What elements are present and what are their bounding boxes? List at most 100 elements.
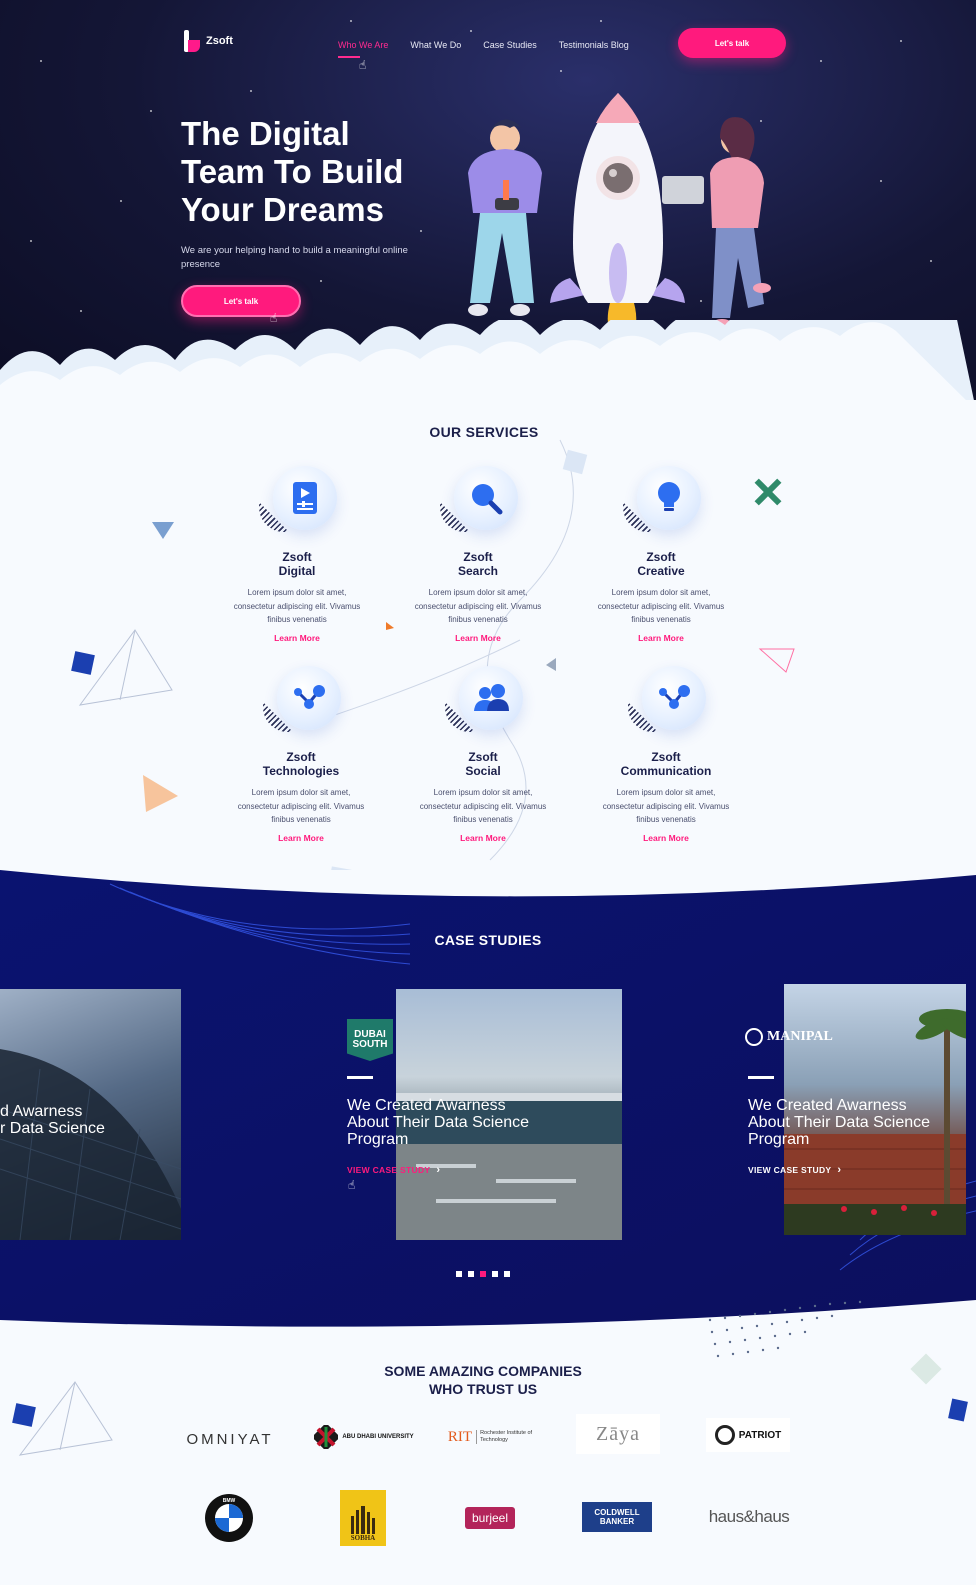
logo-text: MANIPAL	[767, 1029, 833, 1044]
logo-text: SOBHA	[350, 1534, 376, 1542]
logo-text: BANKER	[599, 1517, 635, 1526]
lightbulb-icon	[658, 482, 680, 511]
service-card-creative: Zsoft Creative Lorem ipsum dolor sit ame…	[596, 466, 726, 643]
cloud-divider	[0, 320, 974, 400]
service-name: Zsoft Creative	[637, 550, 685, 578]
logo-text: Zāya	[596, 1422, 640, 1445]
abu-dhabi-university-logo: ABU DHABI UNIVERSITY	[312, 1422, 416, 1452]
rocket-illustration	[550, 93, 685, 348]
nav-what-we-do[interactable]: What We Do	[410, 40, 461, 50]
hero-title-line: The Digital	[181, 115, 350, 152]
users-icon	[474, 684, 509, 711]
logo-text: PATRIOT	[738, 1429, 782, 1441]
learn-more-link[interactable]: Learn More	[232, 633, 362, 643]
case-title: We Created Awarness About Their Data Sci…	[347, 1097, 530, 1148]
service-name: Zsoft Communication	[620, 750, 712, 778]
service-description: Lorem ipsum dolor sit amet, consectetur …	[414, 588, 542, 624]
network-nodes-icon	[294, 685, 325, 709]
case-title: d Awarness r Data Science	[0, 1103, 105, 1137]
logo-text: OMNIYAT	[186, 1430, 274, 1448]
service-description: Lorem ipsum dolor sit amet, consectetur …	[233, 588, 361, 624]
hero-illustration	[468, 93, 771, 348]
logo-text: RIT	[447, 1428, 473, 1445]
hand-cursor-icon: ☝	[359, 58, 367, 72]
network-nodes-icon	[659, 685, 690, 709]
service-card-digital: Zsoft Digital Lorem ipsum dolor sit amet…	[232, 466, 362, 643]
patriot-emblem-icon	[714, 1425, 735, 1445]
patriot-logo: PATRIOT	[706, 1418, 790, 1452]
case-text-manipal: We Created Awarness About Their Data Sci…	[748, 1076, 968, 1178]
page: Zsoft Who We Are What We Do Case Studies…	[0, 0, 976, 1585]
bmw-logo: BMW	[205, 1494, 253, 1542]
service-card-search: Zsoft Search Lorem ipsum dolor sit amet,…	[413, 466, 543, 643]
seal-icon	[745, 1028, 763, 1046]
service-card-communication: Zsoft Communication Lorem ipsum dolor si…	[601, 666, 731, 843]
service-description: Lorem ipsum dolor sit amet, consectetur …	[597, 588, 725, 624]
service-name: Zsoft Social	[465, 750, 501, 778]
hero-title-line: Team To Build	[181, 153, 404, 190]
logo-text: BMW	[222, 1498, 236, 1504]
learn-more-link[interactable]: Learn More	[413, 633, 543, 643]
pagination-dot[interactable]	[492, 1271, 498, 1277]
logo-text: burjeel	[465, 1507, 515, 1529]
brand-name: Zsoft	[206, 35, 233, 47]
omniyat-logo: OMNIYAT	[180, 1426, 280, 1452]
companies-title: SOME AMAZING COMPANIES WHO TRUST US	[384, 1363, 582, 1397]
bmw-roundel-icon	[215, 1504, 243, 1532]
case-text-dubai-south: We Created Awarness About Their Data Sci…	[347, 1076, 577, 1178]
view-case-study-link[interactable]: VIEW CASE STUDY ›	[748, 1164, 841, 1176]
case-studies-title: CASE STUDIES	[434, 932, 542, 948]
accent-bar	[347, 1076, 373, 1079]
hero-section: Zsoft Who We Are What We Do Case Studies…	[0, 0, 976, 400]
logo-text: ABU DHABI UNIVERSITY	[342, 1434, 414, 1440]
service-description: Lorem ipsum dolor sit amet, consectetur …	[419, 788, 547, 824]
dubai-south-logo: DUBAI SOUTH	[347, 1019, 393, 1061]
nav-testimonials-blog[interactable]: Testimonials Blog	[559, 40, 629, 50]
rit-logo: RIT Rochester Institute of Technology	[440, 1424, 540, 1450]
learn-more-link[interactable]: Learn More	[596, 633, 726, 643]
nav-who-we-are[interactable]: Who We Are	[338, 40, 388, 58]
magnifier-icon	[472, 484, 503, 515]
hand-cursor-icon: ☝	[348, 1178, 356, 1192]
man-illustration	[468, 119, 542, 316]
service-name: Zsoft Digital	[278, 550, 316, 578]
lets-talk-hero-button[interactable]: Let's talk	[181, 285, 301, 317]
accent-bar	[748, 1076, 774, 1079]
haus-and-haus-logo: haus&haus	[706, 1504, 792, 1530]
brand-mark-icon	[184, 30, 200, 52]
link-label: VIEW CASE STUDY	[347, 1165, 431, 1175]
hero-title-line: Your Dreams	[181, 191, 384, 228]
hero-subtitle: We are your helping hand to build a mean…	[181, 245, 408, 270]
pagination-dot[interactable]	[504, 1271, 510, 1277]
pagination-dot[interactable]	[456, 1271, 462, 1277]
service-description: Lorem ipsum dolor sit amet, consectetur …	[237, 788, 365, 824]
lets-talk-nav-button[interactable]: Let's talk	[678, 28, 786, 58]
zaya-logo: Zāya	[576, 1414, 660, 1454]
mobile-video-icon	[293, 482, 317, 514]
skyline-icon	[351, 1506, 375, 1534]
logo-text: haus&haus	[708, 1507, 790, 1526]
logo-text: COLDWELL	[594, 1508, 640, 1517]
service-name: Zsoft Search	[457, 550, 499, 578]
pagination-dot[interactable]	[468, 1271, 474, 1277]
pagination-dot-active[interactable]	[480, 1271, 486, 1277]
learn-more-link[interactable]: Learn More	[601, 833, 731, 843]
link-label: VIEW CASE STUDY	[748, 1165, 832, 1175]
service-description: Lorem ipsum dolor sit amet, consectetur …	[602, 788, 730, 824]
learn-more-link[interactable]: Learn More	[236, 833, 366, 843]
chevron-right-icon: ›	[837, 1164, 842, 1176]
logo-text: Rochester Institute of Technology	[476, 1430, 532, 1444]
service-card-technologies: Zsoft Technologies Lorem ipsum dolor sit…	[236, 666, 366, 843]
logo-text: SOUTH	[352, 1039, 388, 1050]
service-name: Zsoft Technologies	[262, 750, 340, 778]
chevron-right-icon: ›	[436, 1164, 441, 1176]
burjeel-logo: burjeel	[462, 1496, 518, 1540]
carousel-pagination	[456, 1271, 510, 1277]
view-case-study-link[interactable]: VIEW CASE STUDY ›	[347, 1164, 440, 1176]
learn-more-link[interactable]: Learn More	[418, 833, 548, 843]
brand-logo[interactable]: Zsoft	[184, 30, 233, 52]
coldwell-banker-logo: COLDWELL BANKER	[582, 1502, 652, 1532]
service-card-social: Zsoft Social Lorem ipsum dolor sit amet,…	[418, 666, 548, 843]
manipal-logo: MANIPAL	[745, 1028, 833, 1046]
nav-case-studies[interactable]: Case Studies	[483, 40, 537, 50]
